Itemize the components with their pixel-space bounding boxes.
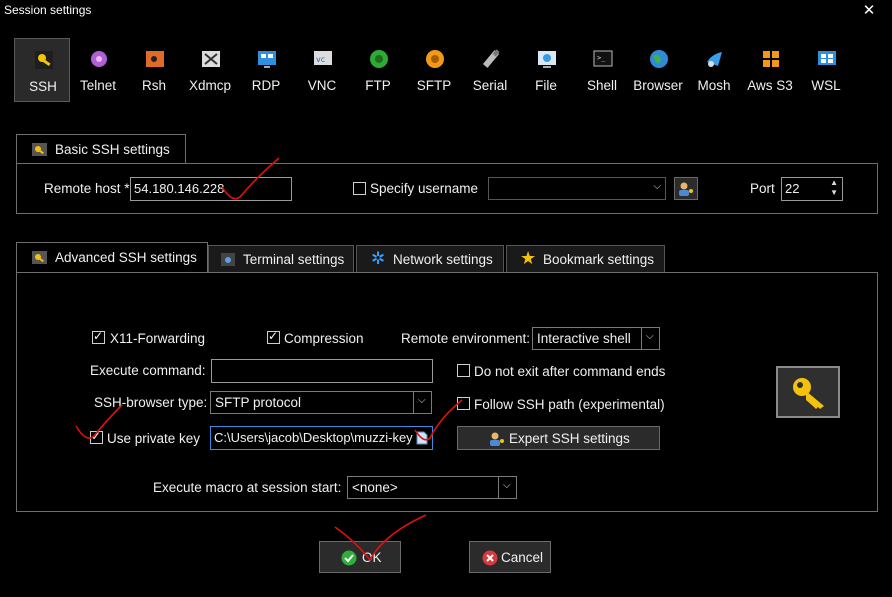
key-icon [793,378,824,409]
compression-checkbox[interactable] [267,329,280,344]
mosh-icon [707,52,722,67]
ssh-key-icon [32,251,47,264]
user-credentials-button[interactable] [674,177,698,200]
close-button[interactable]: ✕ [846,0,892,22]
username-select[interactable]: ⌵ [488,177,666,200]
follow-ssh-path-label: Follow SSH path (experimental) [474,397,665,412]
session-type-file[interactable]: File [518,38,574,102]
specify-username-checkbox[interactable] [353,182,366,195]
session-type-shell[interactable]: >_ Shell [574,38,630,102]
cancel-icon [482,550,498,566]
window-title: Session settings [4,3,92,17]
svg-text:>_: >_ [597,54,606,62]
session-type-serial[interactable]: Serial [462,38,518,102]
file-browse-icon[interactable] [416,431,428,445]
user-key-icon [490,432,504,446]
title-bar: Session settings ✕ [0,0,892,20]
x11-forwarding-checkbox[interactable] [92,329,105,344]
network-icon: ✲ [371,249,386,268]
ftp-icon [370,50,388,68]
port-label: Port [750,181,775,196]
cancel-button[interactable]: Cancel [469,541,551,573]
chevron-down-icon: ⌵ [498,477,516,498]
aws-s3-icon [763,51,779,67]
execute-command-label: Execute command: [90,363,206,378]
ok-button[interactable]: OK [319,541,401,573]
session-type-xdmcp[interactable]: Xdmcp [182,38,238,102]
terminal-icon [221,253,235,266]
session-type-ssh[interactable]: SSH [14,38,70,102]
file-icon [538,51,556,68]
ssh-key-icon [35,51,53,69]
rsh-icon [146,51,164,67]
use-private-key-checkbox[interactable] [90,429,103,444]
chevron-down-icon: ⌵ [653,181,661,192]
session-type-aws-s3[interactable]: Aws S3 [742,38,798,102]
session-type-label: SSH [29,79,57,94]
remote-environment-select[interactable]: Interactive shell ⌵ [532,327,660,350]
star-icon: ★ [520,248,537,268]
port-input[interactable]: 22 ▲ ▼ [781,177,843,201]
compression-label: Compression [284,331,364,346]
do-not-exit-checkbox[interactable] [457,364,470,377]
tab-terminal-settings[interactable]: Terminal settings [208,245,354,272]
vnc-icon: vc [314,51,332,65]
session-type-mosh[interactable]: Mosh [686,38,742,102]
check-icon [341,550,357,566]
x11-forwarding-label: X11-Forwarding [110,331,206,346]
use-private-key-label: Use private key [107,431,201,446]
ssh-browser-type-label: SSH-browser type: [94,395,208,410]
execute-command-input[interactable] [211,359,433,383]
session-type-ftp[interactable]: FTP [350,38,406,102]
follow-ssh-path-checkbox[interactable] [457,397,470,410]
session-type-wsl[interactable]: WSL [798,38,854,102]
svg-text:vc: vc [316,55,325,64]
private-key-path-input[interactable]: C:\Users\jacob\Desktop\muzzi-key [210,426,433,450]
session-type-vnc[interactable]: vc VNC [294,38,350,102]
wsl-icon [818,51,836,65]
serial-icon [482,49,500,68]
session-type-rdp[interactable]: RDP [238,38,294,102]
xdmcp-icon [202,51,220,67]
session-type-telnet[interactable]: Telnet [70,38,126,102]
ssh-key-icon [32,143,47,156]
user-key-icon [679,182,693,196]
shell-icon: >_ [593,50,613,67]
key-illustration [776,366,840,418]
ssh-browser-type-select[interactable]: SFTP protocol ⌵ [210,391,432,414]
do-not-exit-label: Do not exit after command ends [474,364,666,379]
tab-network-settings[interactable]: ✲ Network settings [356,245,504,272]
browser-icon [650,50,668,68]
sftp-icon [426,50,444,68]
rdp-icon [258,51,276,68]
tab-advanced-ssh-settings[interactable]: Advanced SSH settings [16,242,208,273]
tab-basic-ssh-settings[interactable]: Basic SSH settings [16,134,186,164]
specify-username-label: Specify username [370,181,479,196]
remote-environment-label: Remote environment: [401,331,531,346]
session-type-browser[interactable]: Browser [630,38,686,102]
remote-host-label: Remote host * [44,181,130,196]
expert-ssh-settings-button[interactable]: Expert SSH settings [457,426,660,450]
chevron-down-icon: ⌵ [641,328,659,349]
execute-macro-select[interactable]: <none> ⌵ [347,476,517,499]
tab-bookmark-settings[interactable]: ★ Bookmark settings [506,245,665,272]
execute-macro-label: Execute macro at session start: [153,480,342,495]
remote-host-input[interactable]: 54.180.146.228 [130,177,292,201]
session-type-sftp[interactable]: SFTP [406,38,462,102]
chevron-down-icon: ⌵ [413,392,431,413]
port-spinner[interactable]: ▲ ▼ [830,178,838,198]
telnet-icon [91,51,107,67]
session-type-rsh[interactable]: Rsh [126,38,182,102]
